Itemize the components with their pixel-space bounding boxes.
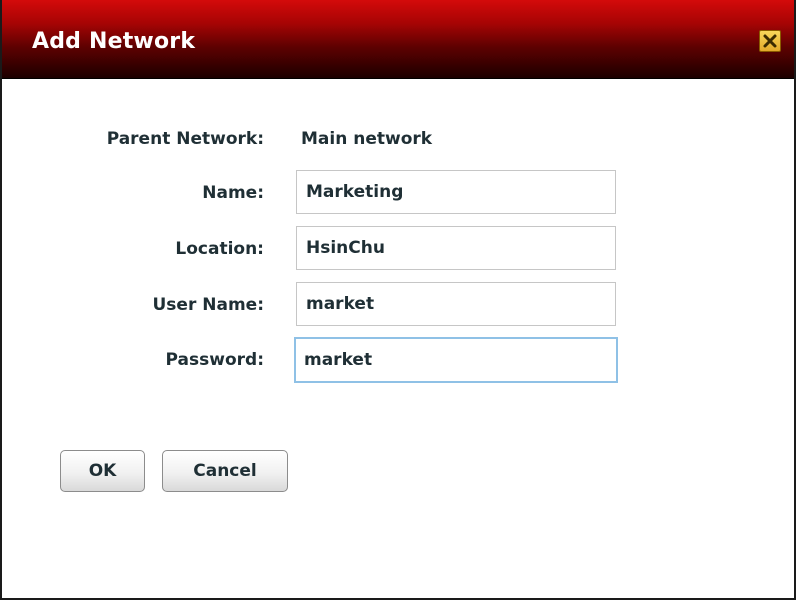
add-network-dialog: Add Network Parent Network: Main network… bbox=[0, 0, 796, 600]
name-input[interactable] bbox=[296, 170, 616, 214]
parent-network-value: Main network bbox=[301, 129, 433, 149]
name-label: Name: bbox=[202, 183, 264, 203]
user-name-label: User Name: bbox=[152, 295, 265, 315]
ok-button[interactable]: OK bbox=[60, 450, 145, 492]
location-label: Location: bbox=[175, 239, 264, 259]
user-name-input[interactable] bbox=[296, 282, 616, 326]
close-icon[interactable] bbox=[759, 30, 781, 52]
location-input[interactable] bbox=[296, 226, 616, 270]
password-label: Password: bbox=[165, 350, 264, 370]
parent-network-label: Parent Network: bbox=[106, 129, 264, 149]
dialog-titlebar[interactable]: Add Network bbox=[2, 0, 794, 79]
cancel-button[interactable]: Cancel bbox=[162, 450, 288, 492]
password-input[interactable] bbox=[294, 337, 618, 383]
dialog-title: Add Network bbox=[32, 29, 196, 54]
